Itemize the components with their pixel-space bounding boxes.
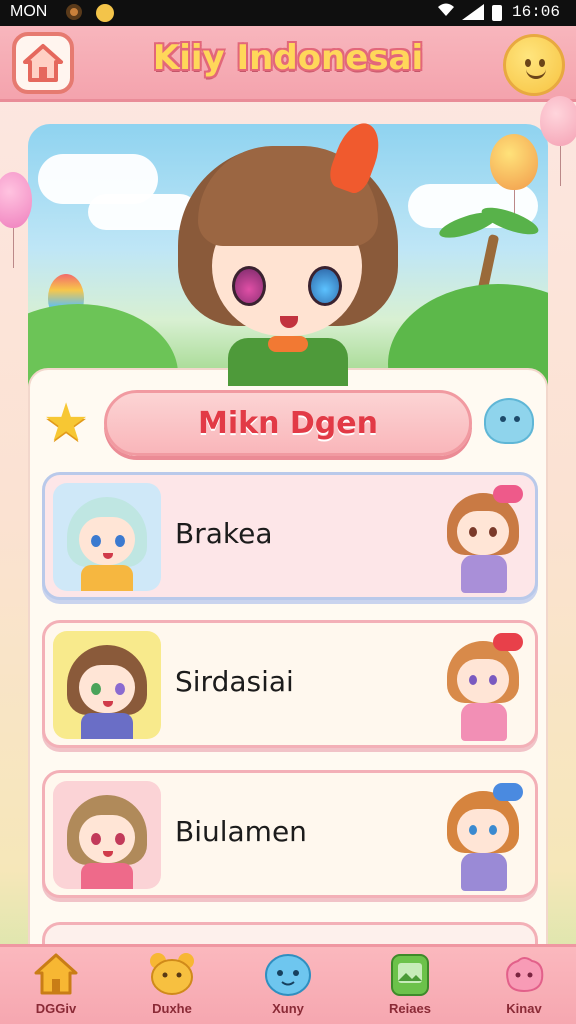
list-item-label: Biulamen [175,815,307,848]
signal-icon [462,4,484,20]
avatar [53,631,161,739]
character-name-button[interactable]: Mikn Dgen [104,390,472,456]
home-icon [23,44,63,82]
character-portrait [441,483,525,595]
notification-icon [66,4,82,20]
battery-icon [492,5,502,21]
character-eye [308,266,342,306]
clock: 16:06 [512,3,561,21]
nav-item-bear[interactable]: Duxhe [122,947,222,1024]
nav-label: Reiaes [389,1001,431,1016]
app-title: Kiiy Indonesai [152,38,424,78]
character-eye [232,266,266,306]
list-item[interactable]: Biulamen [42,770,538,898]
house-icon [34,953,78,995]
list-item[interactable]: Brakea [42,472,538,600]
list-item[interactable]: Sirdasiai [42,620,538,748]
blob-eye [514,416,520,422]
wifi-icon [436,2,456,23]
nav-item-pink[interactable]: Kinav [474,947,574,1024]
avatar [53,483,161,591]
nav-label: Kinav [506,1001,542,1016]
app-header: Kiiy Indonesai [0,26,576,102]
blob-eye [500,416,506,422]
balloon-decoration [540,96,576,186]
nav-item-center[interactable]: Xuny [238,947,338,1024]
balloon-decoration [490,134,538,230]
character-collar [268,336,308,352]
tablet-icon [391,954,429,996]
profile-smiley-button[interactable] [503,34,565,96]
app-notification-icon [96,4,114,22]
star-icon[interactable]: ★ [40,397,92,449]
blob-face-icon [265,954,311,996]
list-item-label: Brakea [175,517,273,550]
avatar [53,781,161,889]
nav-label: Xuny [272,1001,304,1016]
nav-label: DGGiv [35,1001,77,1016]
character-name: Mikn Dgen [198,405,378,441]
nav-item-tablet[interactable]: Reiaes [360,947,460,1024]
smiley-mouth [526,69,546,79]
character-portrait [441,631,525,743]
nav-item-home[interactable]: DGGiv [6,947,106,1024]
hero-character-illustration [168,116,408,386]
pink-blob-icon [506,957,544,993]
nav-label: Duxhe [152,1001,192,1016]
smiley-eye [525,59,531,67]
character-portrait [441,781,525,893]
smiley-eye [539,59,545,67]
status-bar: MON 16:06 [0,0,576,26]
carrier-label: MON [10,3,48,20]
bottom-navigation: DGGiv Duxhe Xuny Reiaes Kinav [0,944,576,1024]
home-button[interactable] [12,32,74,94]
list-item-label: Sirdasiai [175,665,294,698]
bear-icon [150,953,194,995]
blob-icon[interactable] [484,398,534,444]
